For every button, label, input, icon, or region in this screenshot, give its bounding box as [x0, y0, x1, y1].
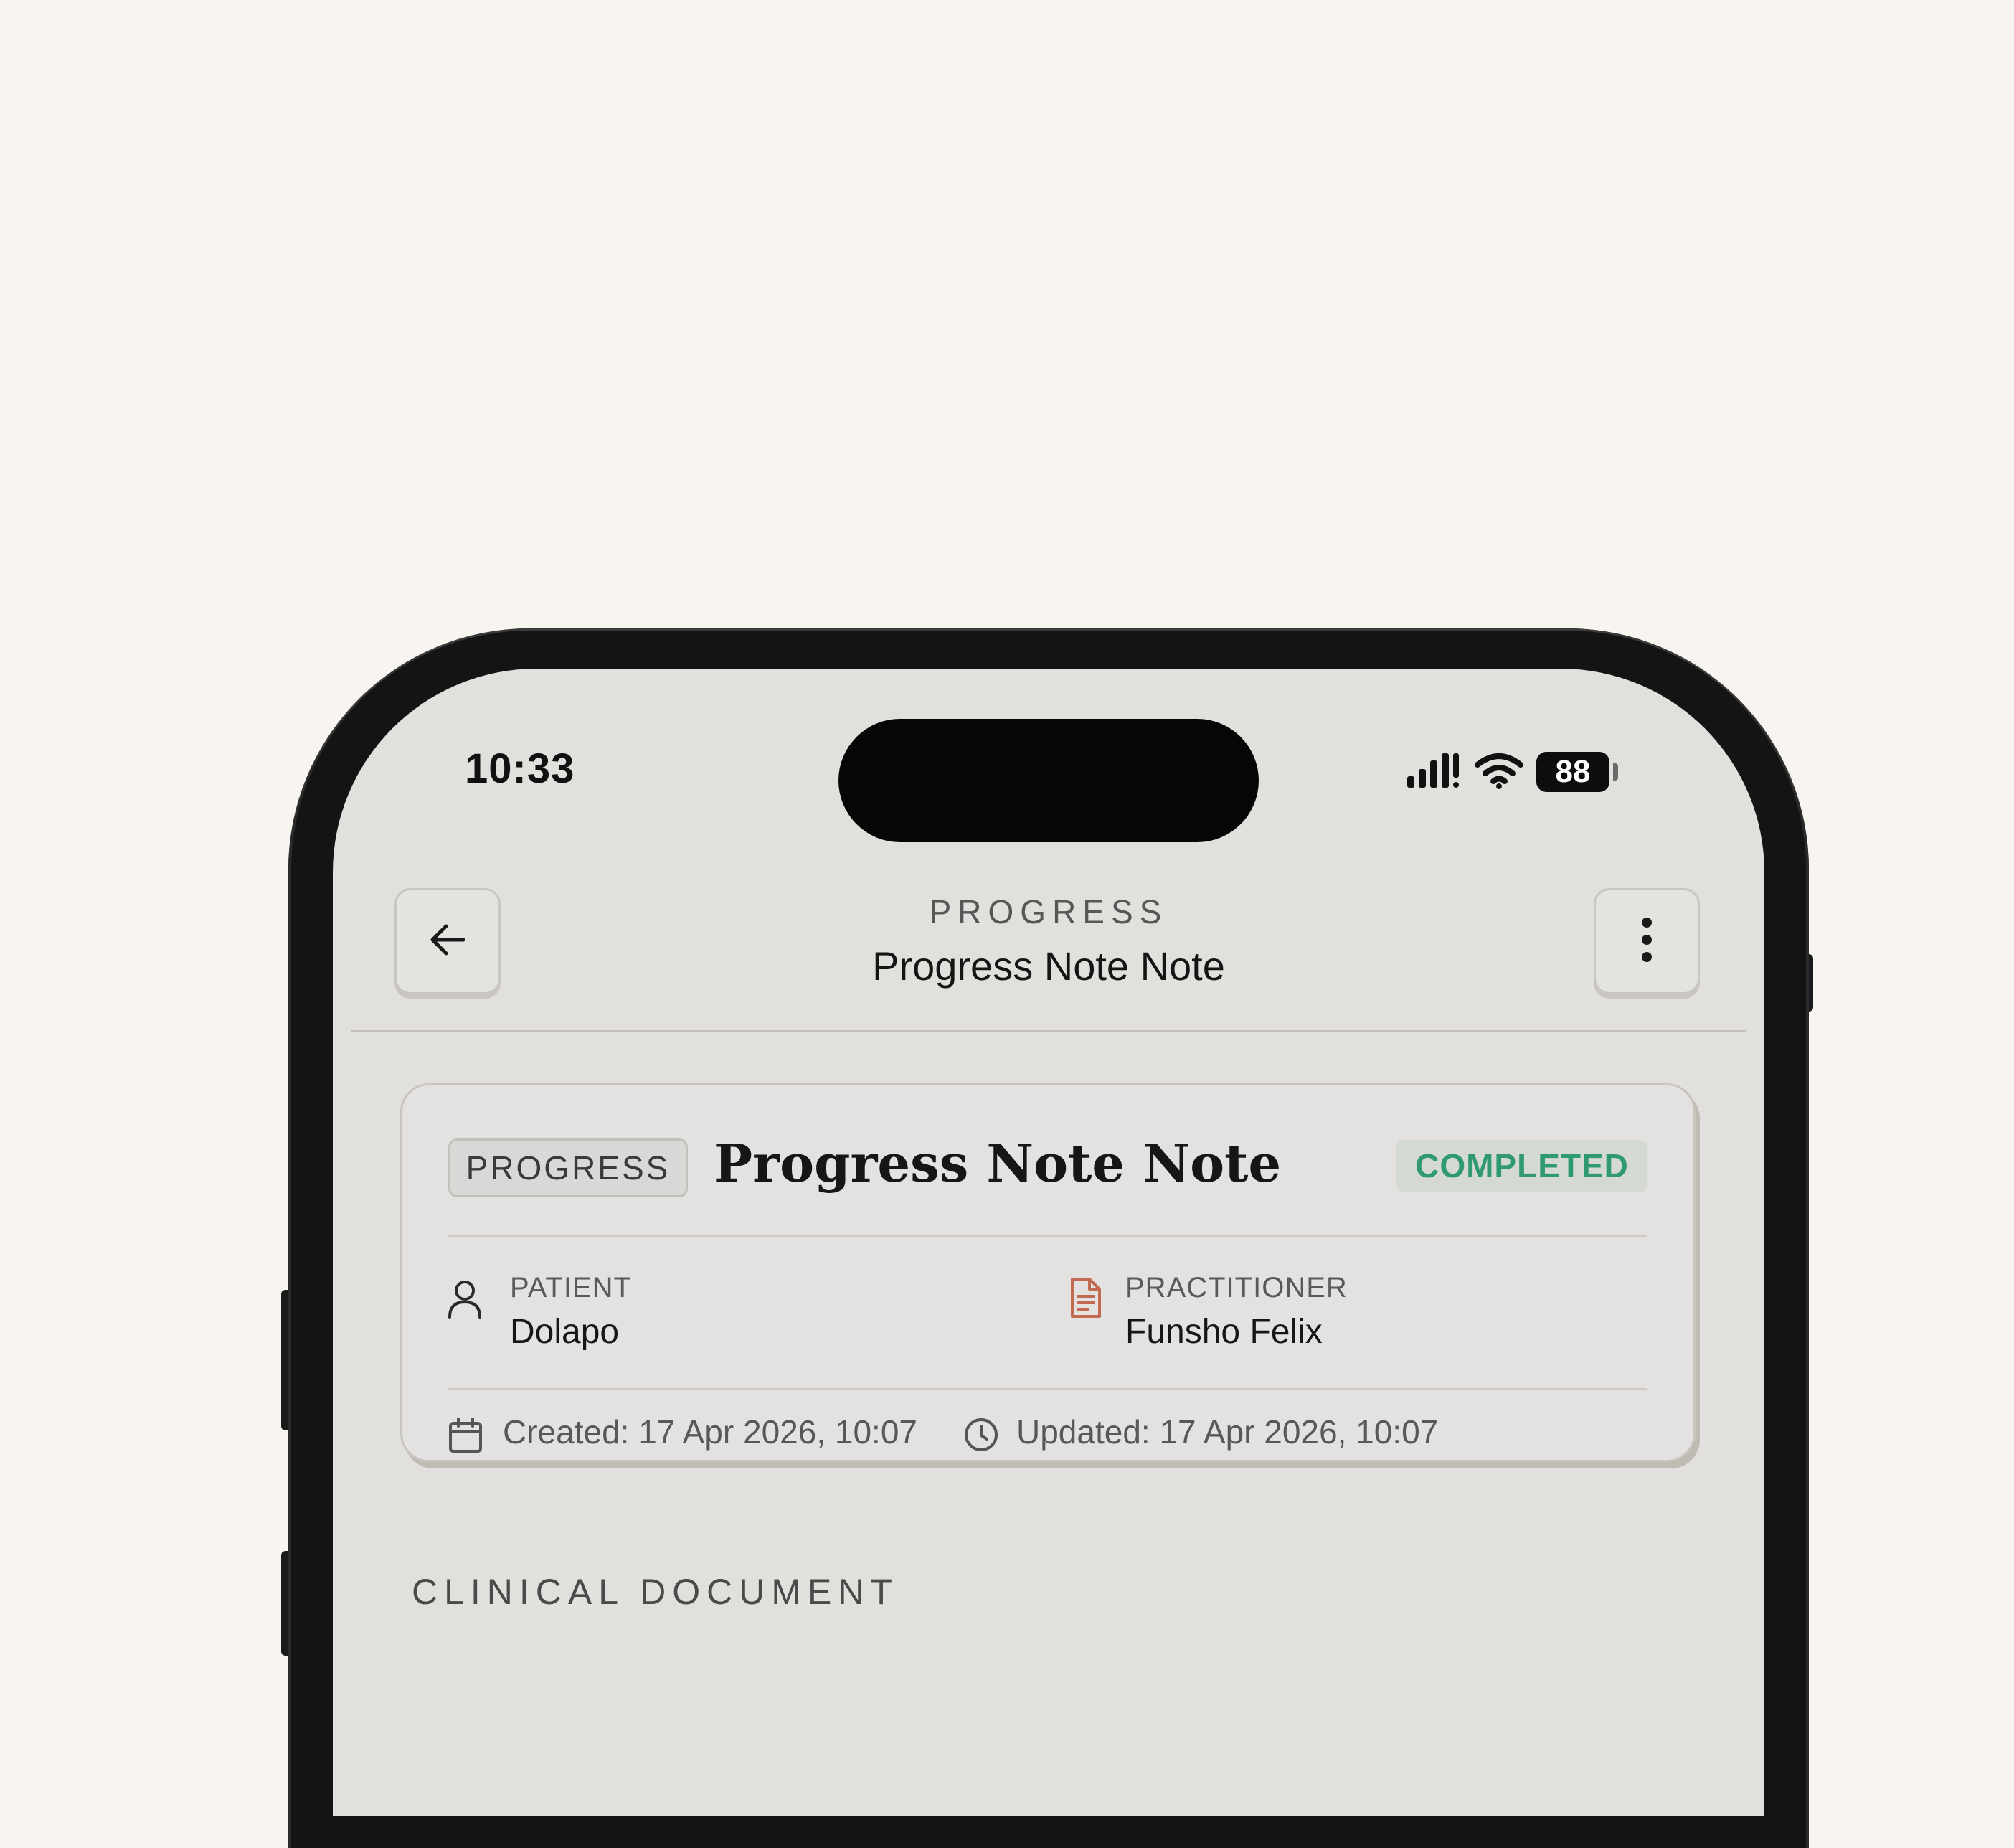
patient-name: Dolapo [510, 1313, 620, 1351]
status-icons: 88 [1406, 749, 1618, 795]
practitioner-name: Funsho Felix [1125, 1313, 1323, 1351]
dynamic-island [838, 719, 1259, 842]
header-overline: PROGRESS [929, 893, 1168, 930]
created-timestamp: Created: 17 Apr 2026, 10:07 [503, 1413, 917, 1451]
section-heading: CLINICAL DOCUMENT [412, 1572, 899, 1612]
card-divider [448, 1388, 1647, 1390]
document-icon [1069, 1276, 1102, 1323]
calendar-icon [448, 1418, 483, 1457]
signal-icon [1406, 752, 1462, 793]
practitioner-label: PRACTITIONER [1125, 1272, 1348, 1304]
note-type-badge: PROGRESS [448, 1138, 688, 1197]
updated-timestamp: Updated: 17 Apr 2026, 10:07 [1016, 1413, 1439, 1451]
patient-label: PATIENT [510, 1272, 632, 1304]
note-title: Progress Note Note [714, 1133, 1282, 1194]
more-options-button[interactable] [1594, 888, 1700, 994]
clock-icon [963, 1417, 999, 1456]
phone-screen: 10:33 88 PROGRESS Progress Note Note PRO… [333, 669, 1764, 1816]
card-divider [448, 1235, 1647, 1237]
battery-indicator: 88 [1536, 752, 1618, 792]
wifi-icon [1475, 752, 1523, 793]
battery-level: 88 [1555, 754, 1591, 789]
more-vertical-icon [1640, 916, 1654, 967]
status-badge: COMPLETED [1396, 1140, 1647, 1192]
status-time: 10:33 [465, 745, 575, 792]
user-icon [447, 1279, 483, 1323]
page-title: Progress Note Note [872, 943, 1225, 989]
note-summary-card: PROGRESS Progress Note Note COMPLETED PA… [400, 1083, 1696, 1462]
header-divider [351, 1030, 1746, 1032]
